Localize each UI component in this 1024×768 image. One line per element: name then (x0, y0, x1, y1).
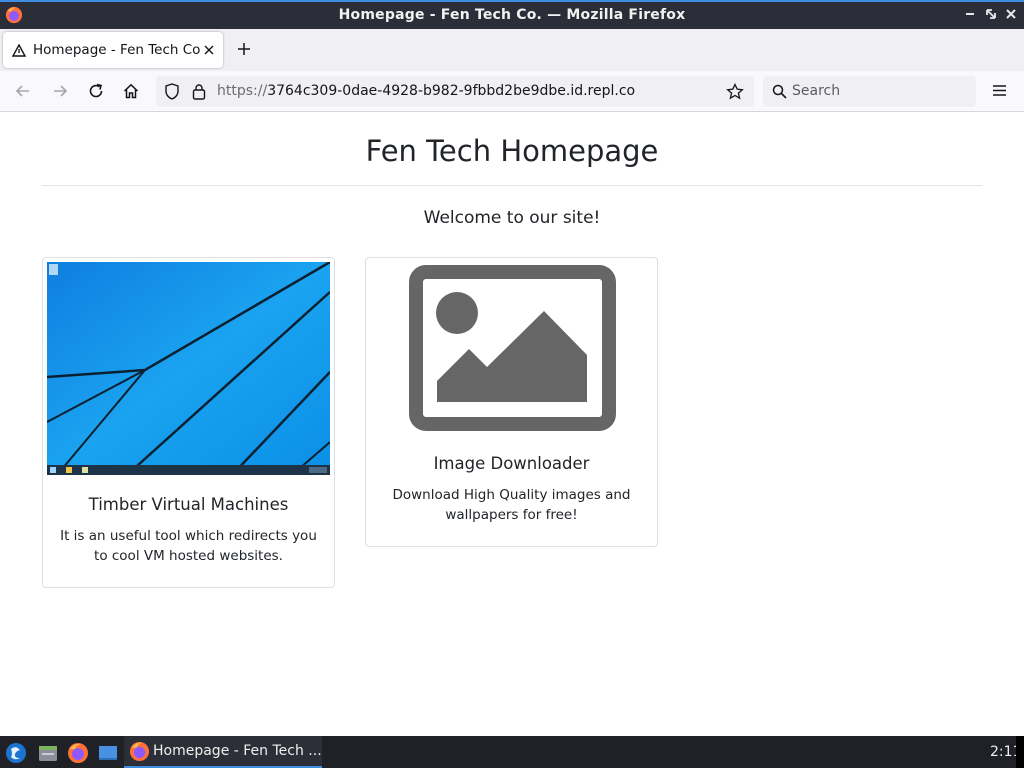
card-text: It is an useful tool which redirects you… (60, 528, 317, 564)
bookmark-star-icon[interactable] (726, 83, 744, 100)
minimize-icon[interactable] (963, 7, 977, 21)
tab-title: Homepage - Fen Tech Co. (33, 42, 201, 58)
lock-icon[interactable] (192, 83, 206, 100)
url-text[interactable]: https://3764c309-0dae-4928-b982-9fbbd2be… (217, 83, 635, 99)
window-title: Homepage - Fen Tech Co. — Mozilla Firefo… (338, 7, 686, 23)
taskbar: Homepage - Fen Tech ... 2:11 (0, 736, 1024, 768)
warning-triangle-icon (12, 44, 26, 57)
navigation-toolbar: https://3764c309-0dae-4928-b982-9fbbd2be… (0, 71, 1024, 112)
window-titlebar: Homepage - Fen Tech Co. — Mozilla Firefo… (0, 0, 1024, 29)
file-manager-icon[interactable] (37, 742, 59, 764)
search-bar[interactable]: Search (763, 76, 976, 107)
close-icon[interactable] (1004, 7, 1018, 21)
windows-desktop-screenshot[interactable] (47, 262, 330, 475)
tab-strip: Homepage - Fen Tech Co. (0, 29, 1024, 71)
show-desktop-corner[interactable] (1016, 736, 1024, 768)
start-menu-icon[interactable] (5, 742, 27, 764)
card-timber-virtual-machines[interactable]: Timber Virtual Machines It is an useful … (42, 257, 335, 588)
card-title: Image Downloader (433, 454, 590, 473)
plus-icon[interactable] (236, 41, 252, 57)
close-icon[interactable] (203, 44, 215, 56)
restore-icon[interactable] (984, 7, 998, 21)
search-placeholder: Search (792, 83, 841, 99)
taskbar-task-label: Homepage - Fen Tech ... (153, 743, 322, 759)
hamburger-menu-icon[interactable] (992, 83, 1007, 98)
home-icon[interactable] (122, 82, 140, 100)
windows-desktop-wallpaper (47, 262, 330, 475)
reload-icon[interactable] (87, 82, 105, 100)
arrow-right-icon[interactable] (51, 82, 69, 100)
card-image-downloader[interactable]: Image Downloader Download High Quality i… (365, 257, 658, 547)
arrow-left-icon[interactable] (14, 82, 32, 100)
show-desktop-icon[interactable] (97, 742, 119, 764)
page-title: Fen Tech Homepage (365, 134, 659, 168)
card-text: Download High Quality images and wallpap… (392, 487, 631, 523)
firefox-icon (129, 741, 150, 762)
tab-homepage[interactable]: Homepage - Fen Tech Co. (3, 32, 223, 68)
taskbar-task-firefox[interactable]: Homepage - Fen Tech ... (124, 736, 322, 768)
firefox-icon[interactable] (67, 742, 89, 764)
welcome-text: Welcome to our site! (423, 208, 601, 228)
title-divider (42, 185, 982, 186)
url-scheme: https:// (217, 83, 268, 99)
url-host: 3764c309-0dae-4928-b982-9fbbd2be9dbe.id.… (267, 83, 636, 99)
card-title: Timber Virtual Machines (88, 495, 289, 514)
tracking-protection-shield-icon[interactable] (164, 83, 180, 100)
url-bar[interactable]: https://3764c309-0dae-4928-b982-9fbbd2be… (156, 76, 754, 107)
image-placeholder-icon[interactable] (409, 265, 616, 431)
page-content: Fen Tech Homepage Welcome to our site! T… (0, 113, 1024, 736)
search-icon (772, 84, 787, 99)
